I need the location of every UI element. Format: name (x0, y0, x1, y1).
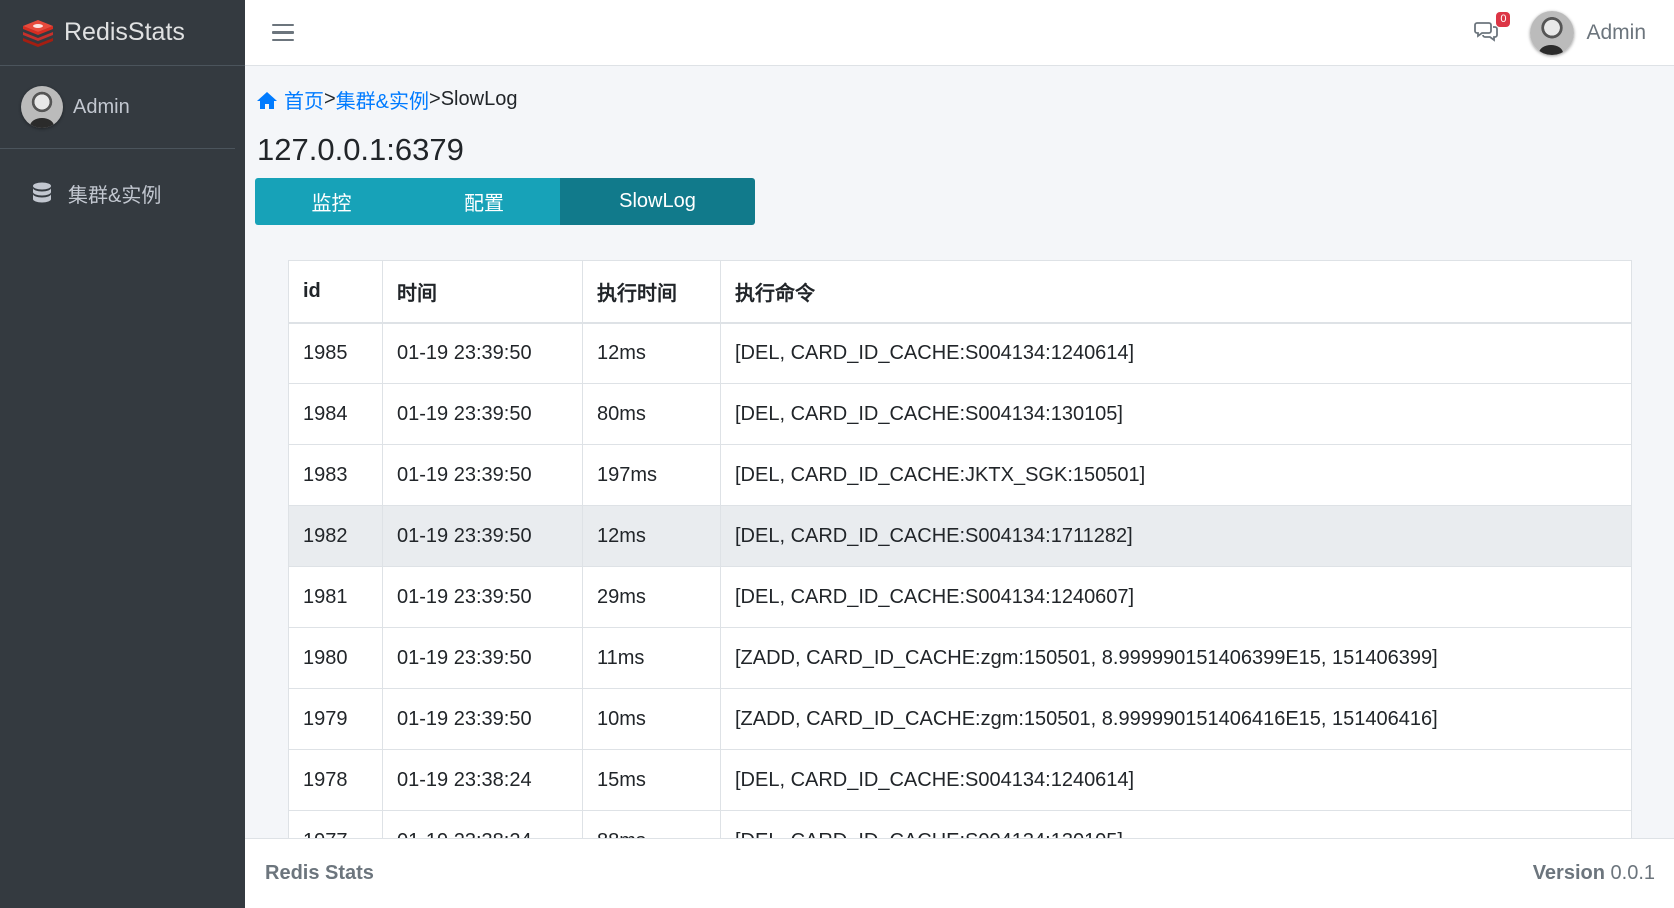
cell-id: 1978 (288, 749, 383, 811)
slowlog-table-container: id 时间 执行时间 执行命令 1985 01-19 23:39:50 12ms [D… (288, 260, 1632, 838)
breadcrumb-home-link[interactable]: 首页 (284, 85, 324, 114)
top-navbar: 0 Admin (245, 0, 1674, 66)
table-body: 1985 01-19 23:39:50 12ms [DEL, CARD_ID_CACH… (288, 322, 1632, 838)
cell-id: 1983 (288, 444, 383, 506)
table-row[interactable]: 1985 01-19 23:39:50 12ms [DEL, CARD_ID_CACH… (288, 322, 1632, 384)
column-header-time: 时间 (382, 260, 583, 324)
cell-duration: 197ms (582, 444, 721, 506)
redis-logo-icon (20, 15, 56, 51)
avatar (21, 86, 63, 128)
cell-id: 1979 (288, 688, 383, 750)
message-count-badge: 0 (1496, 11, 1511, 27)
tab-monitor[interactable]: 监控 (255, 178, 408, 225)
cell-duration: 12ms (582, 322, 721, 384)
cell-duration: 29ms (582, 566, 721, 628)
cell-command: [ZADD, CARD_ID_CACHE:zgm:150501, 8.99999… (720, 688, 1632, 750)
top-right: 0 Admin (1474, 10, 1674, 55)
cell-time: 01-19 23:39:50 (382, 383, 583, 445)
cell-id: 1980 (288, 627, 383, 689)
sidebar: RedisStats Admin 集群&实例 (0, 0, 245, 908)
cell-duration: 11ms (582, 627, 721, 689)
breadcrumb-separator: > (429, 88, 441, 110)
hamburger-menu-icon[interactable] (272, 22, 294, 44)
brand[interactable]: RedisStats (0, 0, 245, 66)
database-icon (30, 181, 54, 205)
cell-command: [DEL, CARD_ID_CACHE:S004134:1240607] (720, 566, 1632, 628)
sidebar-user-name: Admin (73, 95, 130, 118)
version-label: Version (1532, 862, 1605, 884)
cell-time: 01-19 23:39:50 (382, 566, 583, 628)
cell-command: [DEL, CARD_ID_CACHE:S004134:130105] (720, 810, 1632, 838)
table-row[interactable]: 1983 01-19 23:39:50 197ms [DEL, CARD_ID_CAC… (288, 444, 1632, 506)
cell-duration: 80ms (582, 383, 721, 445)
footer: Redis Stats Version 0.0.1 (245, 838, 1674, 908)
page-title: 127.0.0.1:6379 (257, 132, 464, 167)
column-header-id: id (288, 260, 383, 324)
top-user-name[interactable]: Admin (1586, 21, 1646, 45)
home-icon (257, 91, 277, 109)
table-row[interactable]: 1978 01-19 23:38:24 15ms [DEL, CARD_ID_CACH… (288, 749, 1632, 811)
table-header-row: id 时间 执行时间 执行命令 (288, 260, 1632, 324)
footer-app-name: Redis Stats (265, 862, 374, 884)
cell-command: [DEL, CARD_ID_CACHE:JKTX_SGK:150501] (720, 444, 1632, 506)
breadcrumb: 首页 > 集群&实例 > SlowLog (256, 85, 517, 114)
cell-time: 01-19 23:39:50 (382, 627, 583, 689)
cell-command: [DEL, CARD_ID_CACHE:S004134:1240614] (720, 322, 1632, 384)
cell-time: 01-19 23:39:50 (382, 322, 583, 384)
column-header-duration: 执行时间 (582, 260, 721, 324)
cell-id: 1985 (288, 322, 383, 384)
cell-time: 01-19 23:39:50 (382, 688, 583, 750)
table-row[interactable]: 1980 01-19 23:39:50 11ms [ZADD, CARD_ID_CAC… (288, 627, 1632, 689)
breadcrumb-separator: > (324, 88, 336, 110)
sidebar-user-panel[interactable]: Admin (0, 66, 235, 149)
sidebar-item-cluster[interactable]: 集群&实例 (0, 169, 245, 217)
cell-time: 01-19 23:38:24 (382, 749, 583, 811)
cell-command: [DEL, CARD_ID_CACHE:S004134:1711282] (720, 505, 1632, 567)
sidebar-nav: 集群&实例 (0, 149, 245, 217)
cell-duration: 12ms (582, 505, 721, 567)
table-row[interactable]: 197701-19 23:38:2488ms[DEL, CARD_ID_CACH… (288, 810, 1632, 838)
table-row[interactable]: 1979 01-19 23:39:50 10ms [ZADD, CARD_ID_CAC… (288, 688, 1632, 750)
cell-id: 1981 (288, 566, 383, 628)
messages-button[interactable]: 0 (1474, 11, 1511, 46)
cell-duration: 15ms (582, 749, 721, 811)
version-number: 0.0.1 (1610, 862, 1655, 884)
cell-time: 01-19 23:39:50 (382, 505, 583, 567)
sidebar-item-label: 集群&实例 (68, 184, 162, 207)
table-row[interactable]: 1981 01-19 23:39:50 29ms [DEL, CARD_ID_CACH… (288, 566, 1632, 628)
cell-id: 1977 (288, 810, 383, 838)
cell-time: 01-19 23:38:24 (382, 810, 583, 838)
avatar[interactable] (1530, 10, 1575, 55)
tab-bar: 监控 配置 SlowLog (255, 178, 755, 225)
table-row[interactable]: 1982 01-19 23:39:50 12ms [DEL, CARD_ID_CACH… (288, 505, 1632, 567)
tab-slowlog[interactable]: SlowLog (560, 178, 755, 225)
cell-id: 1984 (288, 383, 383, 445)
breadcrumb-cluster-link[interactable]: 集群&实例 (336, 85, 429, 114)
table-row[interactable]: 1984 01-19 23:39:50 80ms [DEL, CARD_ID_CACH… (288, 383, 1632, 445)
column-header-command: 执行命令 (720, 260, 1632, 324)
cell-command: [ZADD, CARD_ID_CACHE:zgm:150501, 8.99999… (720, 627, 1632, 689)
slowlog-table: id 时间 执行时间 执行命令 1985 01-19 23:39:50 12ms [D… (288, 260, 1632, 838)
cell-command: [DEL, CARD_ID_CACHE:S004134:130105] (720, 383, 1632, 445)
cell-duration: 88ms (582, 810, 721, 838)
main-content: 首页 > 集群&实例 > SlowLog 127.0.0.1:6379 监控 配… (245, 66, 1674, 838)
brand-name: RedisStats (64, 18, 185, 46)
cell-id: 1982 (288, 505, 383, 567)
breadcrumb-current: SlowLog (440, 88, 518, 110)
cell-duration: 10ms (582, 688, 721, 750)
cell-time: 01-19 23:39:50 (382, 444, 583, 506)
footer-version: Version 0.0.1 (1533, 862, 1655, 885)
tab-config[interactable]: 配置 (408, 178, 560, 225)
cell-command: [DEL, CARD_ID_CACHE:S004134:1240614] (720, 749, 1632, 811)
